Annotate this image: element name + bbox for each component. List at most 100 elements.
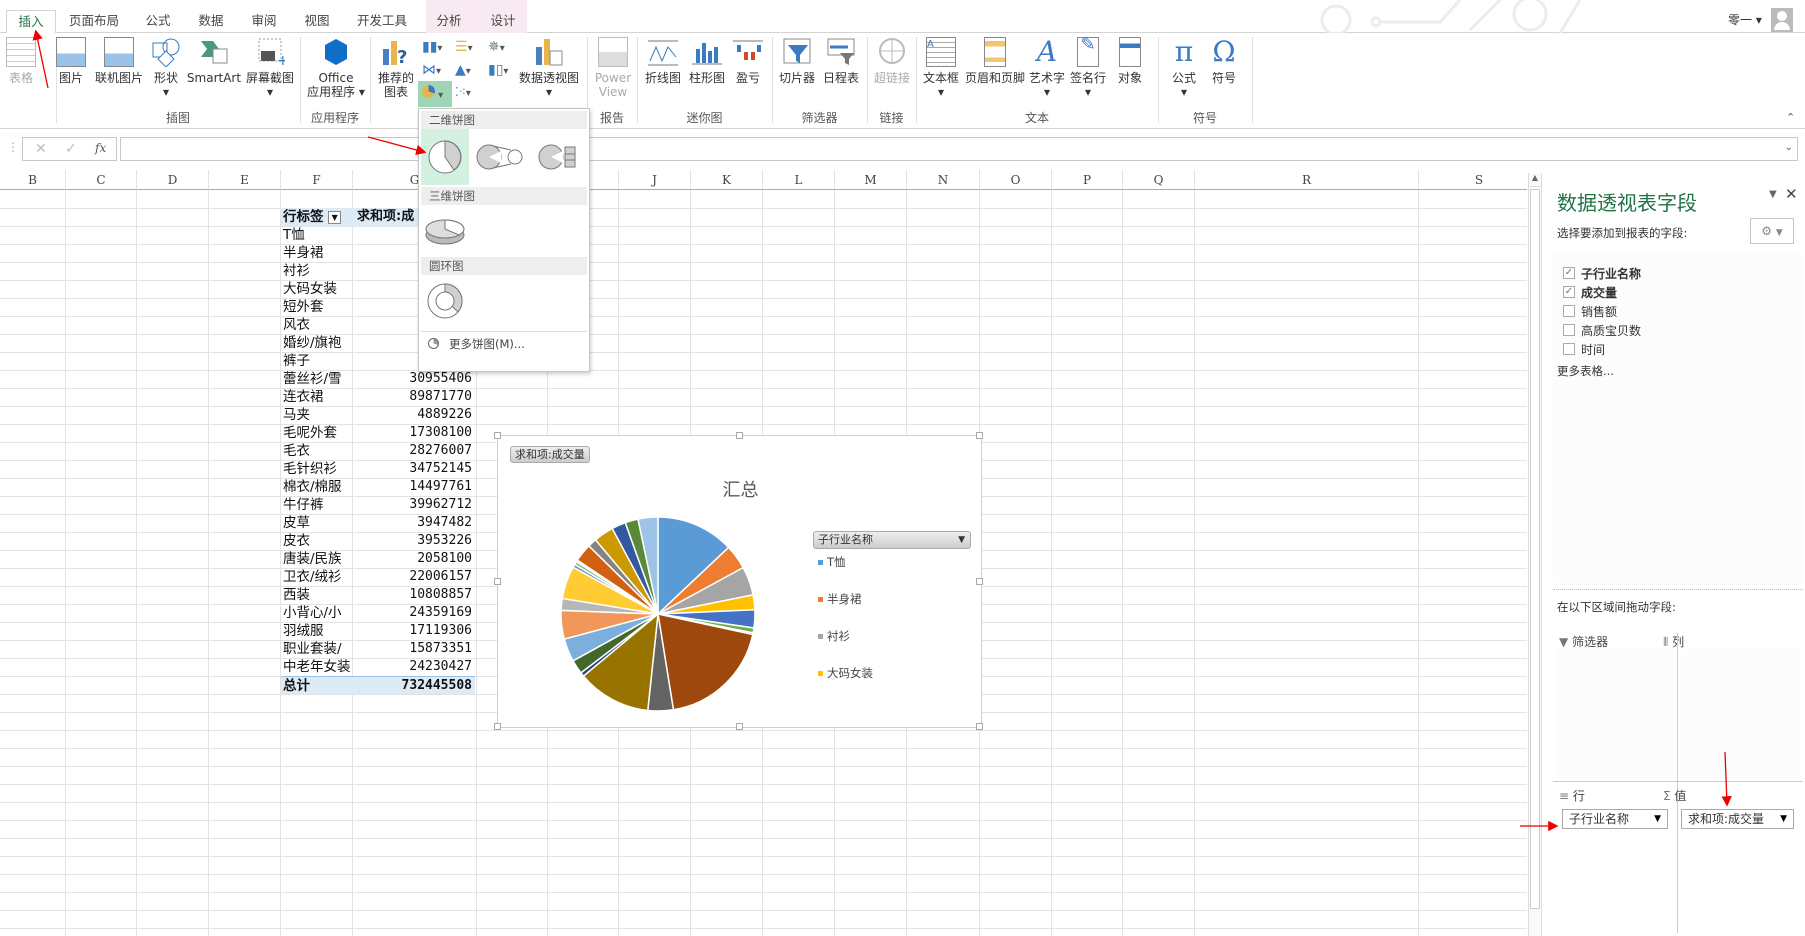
slicer-button[interactable]: 切片器 [776, 37, 818, 85]
field-label[interactable]: 子行业名称 [1581, 265, 1641, 282]
scroll-up-icon[interactable]: ▲ [1529, 173, 1541, 187]
wordart-button[interactable]: A 艺术字 ▾ [1028, 37, 1066, 100]
tab-view[interactable]: 视图 [297, 10, 337, 33]
tab-review[interactable]: 审阅 [244, 10, 284, 33]
pivot-row[interactable]: 毛呢外套 17308100 [281, 424, 475, 442]
field-checkbox[interactable]: ✓ [1563, 267, 1575, 279]
pivot-row[interactable]: 棉衣/棉服 14497761 [281, 478, 475, 496]
legend-field-button[interactable]: 子行业名称 ▼ [813, 531, 971, 549]
scroll-thumb[interactable] [1530, 189, 1540, 909]
tab-developer[interactable]: 开发工具 [350, 10, 414, 33]
enter-icon[interactable]: ✓ [65, 141, 77, 157]
resize-handle[interactable] [976, 578, 983, 585]
column-header-Q[interactable]: Q [1123, 170, 1195, 190]
pivot-row[interactable]: 羽绒服 17119306 [281, 622, 475, 640]
office-apps-button[interactable]: Office 应用程序 ▾ [306, 37, 366, 99]
smartart-button[interactable]: SmartArt [186, 37, 242, 85]
pivot-row[interactable]: 牛仔裤 39962712 [281, 496, 475, 514]
column-header-N[interactable]: N [907, 170, 980, 190]
hyperlink-button[interactable]: 超链接 [870, 37, 914, 85]
sparkline-line-button[interactable]: 折线图 [642, 37, 684, 85]
resize-handle[interactable] [494, 432, 501, 439]
column-header-L[interactable]: L [763, 170, 835, 190]
avatar[interactable] [1771, 8, 1793, 32]
value-field-button[interactable]: 求和项:成交量 [510, 446, 590, 463]
pivot-row[interactable]: 马夹 4889226 [281, 406, 475, 424]
column-header-D[interactable]: D [137, 170, 209, 190]
resize-handle[interactable] [976, 432, 983, 439]
table-button[interactable]: 表格 [4, 37, 38, 85]
resize-handle[interactable] [736, 432, 743, 439]
pivot-row[interactable]: 皮衣 3953226 [281, 532, 475, 550]
tab-analyze[interactable]: 分析 [429, 10, 469, 33]
equation-button[interactable]: π 公式 ▾ [1166, 37, 1202, 100]
resize-handle[interactable] [494, 578, 501, 585]
field-label[interactable]: 高质宝贝数 [1581, 322, 1641, 339]
line-chart-button[interactable]: ⋈▾ [422, 62, 441, 78]
expand-formula-icon[interactable]: ⌄ [1785, 142, 1793, 153]
panel-options-icon[interactable]: ▼ [1769, 189, 1777, 200]
field-checkbox[interactable] [1563, 305, 1575, 317]
insert-function-icon[interactable]: fx [95, 141, 106, 155]
tab-data[interactable]: 数据 [191, 10, 231, 33]
legend-item[interactable]: T恤 [818, 554, 846, 570]
tools-gear-button[interactable]: ⚙ ▼ [1750, 218, 1794, 244]
area-chart-button[interactable]: ▲▾ [455, 62, 471, 78]
combo-chart-button[interactable]: ▮▯▾ [488, 62, 508, 78]
pivot-row[interactable]: 毛衣 28276007 [281, 442, 475, 460]
pivot-row[interactable]: 中老年女装 24230427 [281, 658, 475, 676]
field-checkbox[interactable] [1563, 343, 1575, 355]
legend-item[interactable]: 衬衫 [818, 628, 850, 644]
power-view-button[interactable]: Power View [592, 37, 634, 99]
tab-insert[interactable]: 插入 [6, 10, 56, 34]
row-field-pill[interactable]: 子行业名称 ▼ [1562, 809, 1668, 829]
pivot-row[interactable]: 毛针织衫 34752145 [281, 460, 475, 478]
user-name[interactable]: 零一 ▾ [1728, 11, 1762, 28]
pivot-row[interactable]: 职业套装/15873351 [281, 640, 475, 658]
resize-handle[interactable] [494, 723, 501, 730]
textbox-button[interactable]: A 文本框 ▾ [920, 37, 962, 99]
column-header-C[interactable]: C [66, 170, 137, 190]
legend-item[interactable]: 大码女装 [818, 665, 873, 681]
pivot-row[interactable]: 卫衣/绒衫 22006157 [281, 568, 475, 586]
field-checkbox[interactable] [1563, 324, 1575, 336]
scatter-chart-button[interactable]: ⁚⁖▾ [455, 85, 471, 99]
row-labels-header[interactable]: 行标签 ▼ [281, 208, 355, 226]
column-header-R[interactable]: R [1195, 170, 1419, 190]
column-header-J[interactable]: J [619, 170, 691, 190]
screenshot-button[interactable]: + 屏幕截图 ▾ [244, 37, 296, 99]
online-picture-button[interactable]: 联机图片 [92, 37, 146, 85]
column-header-O[interactable]: O [980, 170, 1052, 190]
tab-design[interactable]: 设计 [483, 10, 523, 33]
vertical-scrollbar[interactable]: ▲ [1528, 173, 1542, 936]
resize-handle[interactable] [736, 723, 743, 730]
column-header-K[interactable]: K [691, 170, 763, 190]
pivot-row[interactable]: 蕾丝衫/雪 30955406 [281, 370, 475, 388]
column-header-E[interactable]: E [209, 170, 281, 190]
column-header-B[interactable]: B [0, 170, 66, 190]
pie-of-pie-option[interactable] [471, 129, 531, 185]
bar-of-pie-option[interactable] [531, 129, 589, 185]
field-checkbox[interactable]: ✓ [1563, 286, 1575, 298]
column-header-F[interactable]: F [281, 170, 353, 190]
field-label[interactable]: 时间 [1581, 341, 1605, 358]
shapes-button[interactable]: 形状 ▾ [148, 37, 184, 99]
more-pie-charts-item[interactable]: 更多饼图(M)... [421, 331, 587, 355]
symbol-button[interactable]: Ω 符号 [1206, 37, 1242, 86]
filters-drop-area[interactable] [1557, 649, 1675, 779]
signature-line-button[interactable]: ✎ 签名行 ▾ [1068, 36, 1108, 100]
value-field-pill[interactable]: 求和项:成交量 ▼ [1681, 809, 1794, 829]
pivot-row[interactable]: 西装 10808857 [281, 586, 475, 604]
pivot-row[interactable]: 连衣裙 89871770 [281, 388, 475, 406]
timeline-button[interactable]: 日程表 [820, 37, 862, 85]
tab-formulas[interactable]: 公式 [138, 10, 178, 33]
3d-pie-option[interactable] [421, 205, 469, 255]
header-footer-button[interactable]: 页眉和页脚 [964, 37, 1026, 85]
radar-chart-button[interactable]: ✵▾ [488, 39, 505, 55]
collapse-ribbon-icon[interactable]: ⌃ [1786, 111, 1795, 124]
column-header-S[interactable]: S [1419, 170, 1527, 190]
close-icon[interactable]: ✕ [1785, 185, 1798, 203]
filter-dropdown-icon[interactable]: ▼ [328, 210, 342, 224]
more-tables-link[interactable]: 更多表格... [1557, 363, 1614, 379]
chart-title[interactable]: 汇总 [498, 476, 983, 502]
